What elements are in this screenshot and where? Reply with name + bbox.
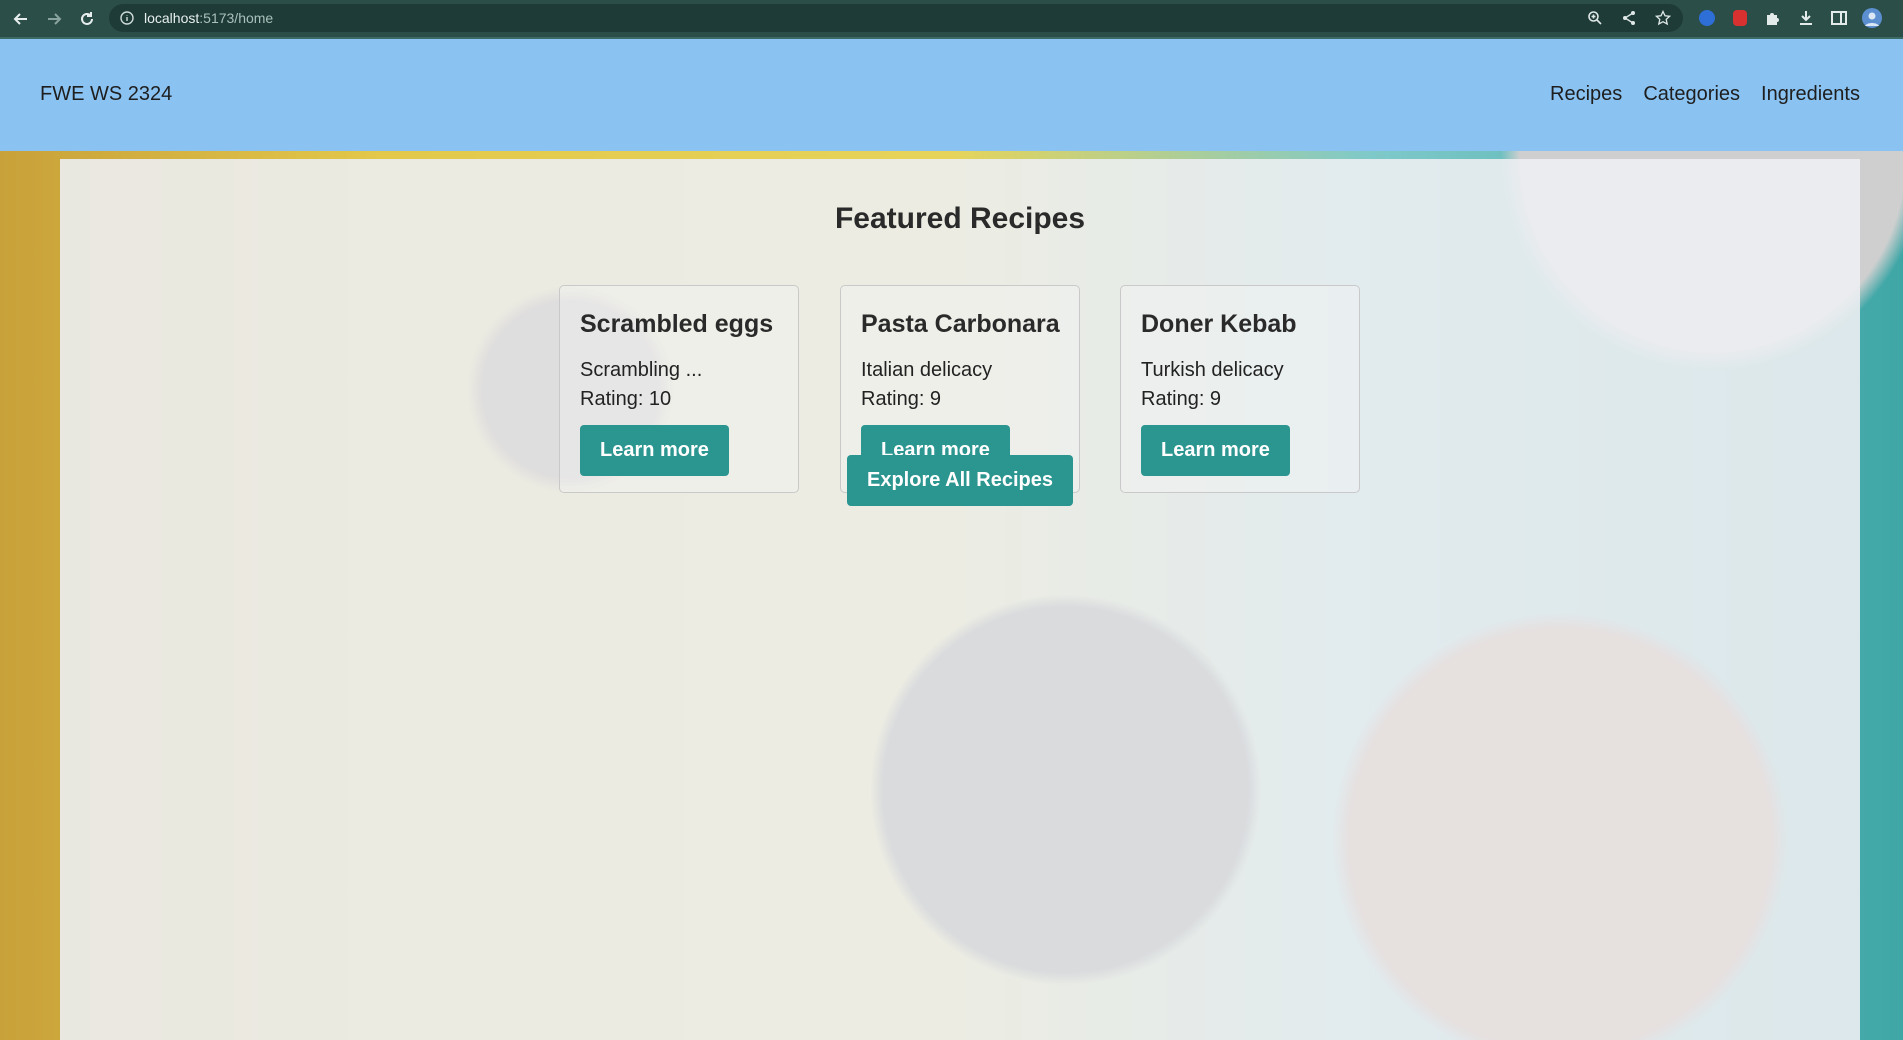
site-header: FWE WS 2324 Recipes Categories Ingredien… xyxy=(0,39,1903,151)
download-icon[interactable] xyxy=(1795,7,1817,29)
bookmark-star-icon[interactable] xyxy=(1653,8,1673,28)
recipe-name: Doner Kebab xyxy=(1141,310,1297,338)
nav-ingredients[interactable]: Ingredients xyxy=(1761,83,1860,106)
web-page: FWE WS 2324 Recipes Categories Ingredien… xyxy=(0,39,1903,1040)
explore-all-recipes-button[interactable]: Explore All Recipes xyxy=(847,455,1073,506)
reload-icon[interactable] xyxy=(75,7,99,31)
extensions-puzzle-icon[interactable] xyxy=(1762,7,1784,29)
address-bar[interactable]: localhost:5173/home xyxy=(109,4,1683,32)
url-host: localhost xyxy=(144,10,200,26)
nav-recipes[interactable]: Recipes xyxy=(1550,83,1622,106)
browser-toolbar: localhost:5173/home xyxy=(0,0,1903,39)
site-info-icon[interactable] xyxy=(119,10,135,26)
side-panel-icon[interactable] xyxy=(1828,7,1850,29)
brand-logo-text[interactable]: FWE WS 2324 xyxy=(40,83,172,106)
zoom-icon[interactable] xyxy=(1585,8,1605,28)
extension-red-icon[interactable] xyxy=(1729,7,1751,29)
recipe-name: Pasta Carbonara xyxy=(861,310,1060,338)
recipe-name: Scrambled eggs xyxy=(580,310,774,338)
profile-avatar-icon[interactable] xyxy=(1861,7,1883,29)
back-icon[interactable] xyxy=(9,7,33,31)
recipe-rating: Rating: 10 xyxy=(580,388,672,410)
learn-more-button[interactable]: Learn more xyxy=(580,425,729,476)
recipe-description: Italian delicacy xyxy=(861,359,993,381)
page-title: Featured Recipes xyxy=(834,202,1086,235)
menu-kebab-icon[interactable] xyxy=(1894,7,1903,29)
recipe-description: Scrambling ... xyxy=(580,359,703,381)
url-text: localhost:5173/home xyxy=(144,10,273,26)
extension-blue-icon[interactable] xyxy=(1696,7,1718,29)
recipe-card: Doner Kebab Turkish delicacy Rating: 9 L… xyxy=(1120,285,1360,493)
main-nav: Recipes Categories Ingredients xyxy=(1550,83,1860,106)
recipe-description: Turkish delicacy xyxy=(1141,359,1284,381)
share-icon[interactable] xyxy=(1619,8,1639,28)
recipe-card: Scrambled eggs Scrambling ... Rating: 10… xyxy=(559,285,799,493)
recipe-rating: Rating: 9 xyxy=(1141,388,1222,410)
content-panel: Featured Recipes Scrambled eggs Scrambli… xyxy=(60,159,1860,1040)
learn-more-button[interactable]: Learn more xyxy=(1141,425,1290,476)
forward-icon[interactable] xyxy=(42,7,66,31)
nav-categories[interactable]: Categories xyxy=(1643,83,1740,106)
recipe-rating: Rating: 9 xyxy=(861,388,942,410)
url-path: :5173/home xyxy=(199,10,274,26)
